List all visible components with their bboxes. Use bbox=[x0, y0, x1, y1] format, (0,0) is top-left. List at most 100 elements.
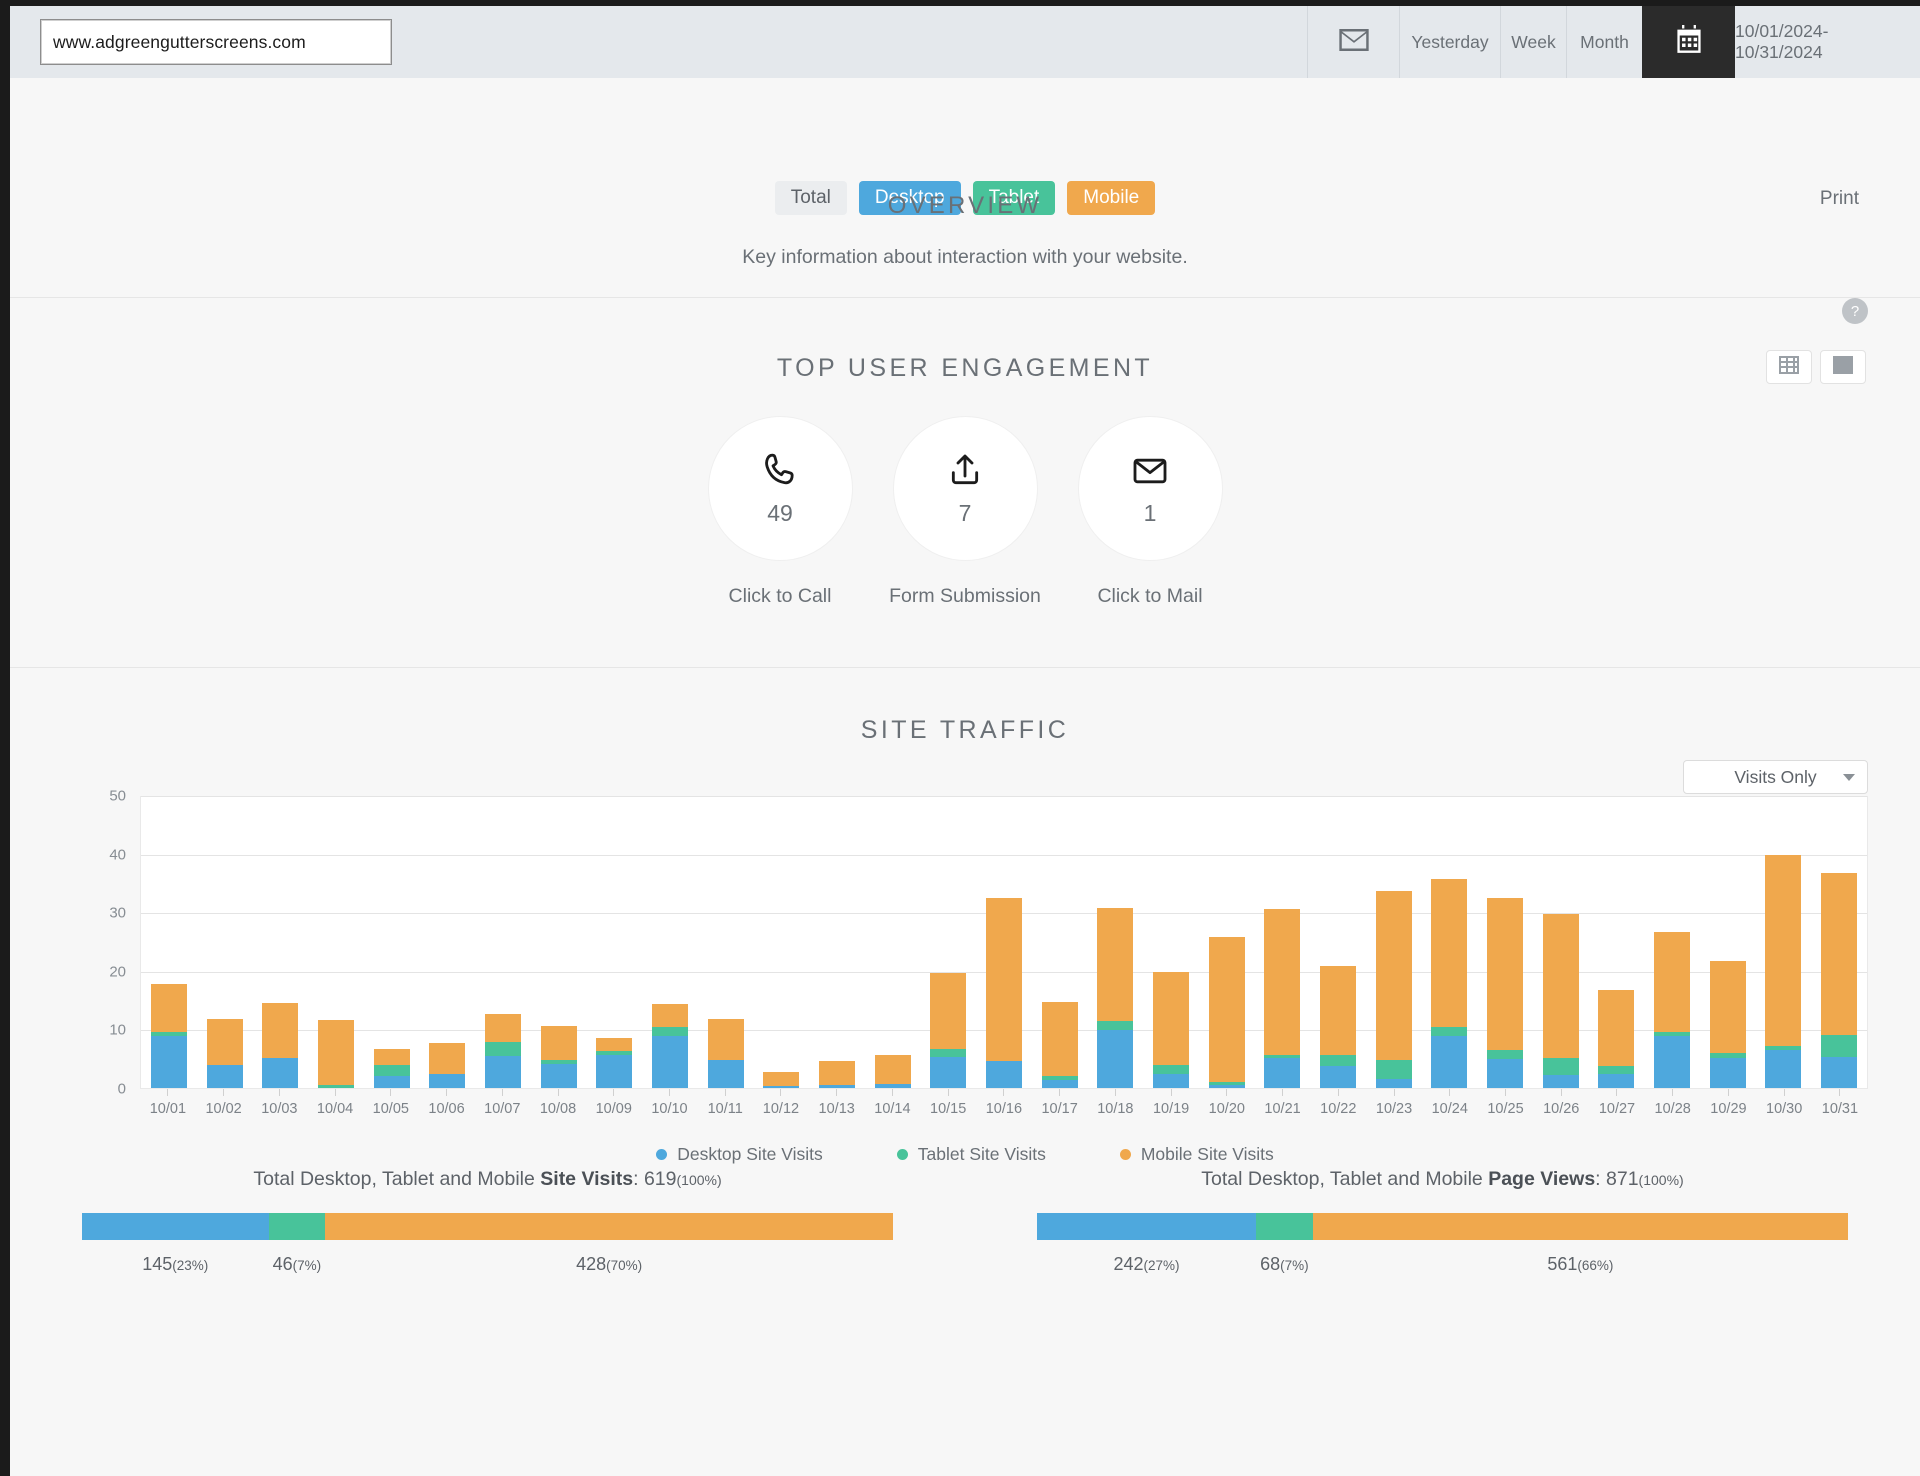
stacked-bar[interactable] bbox=[1431, 879, 1468, 1088]
bar-column[interactable] bbox=[197, 796, 253, 1088]
stacked-bar[interactable] bbox=[1375, 891, 1412, 1088]
bar-segment[interactable] bbox=[1375, 1079, 1412, 1088]
total-bar-segment[interactable] bbox=[82, 1213, 269, 1240]
bar-segment[interactable] bbox=[317, 1085, 354, 1088]
bar-segment[interactable] bbox=[874, 1084, 911, 1088]
stacked-bar[interactable] bbox=[540, 1026, 577, 1088]
bar-column[interactable] bbox=[1310, 796, 1366, 1088]
bar-segment[interactable] bbox=[484, 1013, 521, 1043]
stacked-bar[interactable] bbox=[1264, 908, 1301, 1088]
bar-column[interactable] bbox=[1254, 796, 1310, 1088]
bar-segment[interactable] bbox=[262, 1003, 299, 1059]
bar-segment[interactable] bbox=[1542, 1075, 1579, 1088]
bar-column[interactable] bbox=[475, 796, 531, 1088]
total-bar-segment[interactable] bbox=[1255, 1213, 1313, 1240]
bar-column[interactable] bbox=[419, 796, 475, 1088]
stacked-bar[interactable] bbox=[484, 1013, 521, 1088]
bar-column[interactable] bbox=[531, 796, 587, 1088]
bar-column[interactable] bbox=[642, 796, 698, 1088]
bar-column[interactable] bbox=[1366, 796, 1422, 1088]
bar-segment[interactable] bbox=[373, 1076, 410, 1088]
stacked-bar[interactable] bbox=[429, 1043, 466, 1088]
bar-segment[interactable] bbox=[1542, 913, 1579, 1059]
bar-segment[interactable] bbox=[262, 1058, 299, 1088]
stacked-bar[interactable] bbox=[1152, 971, 1189, 1088]
range-month-button[interactable]: Month bbox=[1566, 6, 1642, 78]
bar-segment[interactable] bbox=[1375, 891, 1412, 1061]
bar-segment[interactable] bbox=[373, 1064, 410, 1077]
bar-segment[interactable] bbox=[373, 1048, 410, 1065]
bar-column[interactable] bbox=[698, 796, 754, 1088]
bar-segment[interactable] bbox=[206, 1064, 243, 1088]
bar-column[interactable] bbox=[1755, 796, 1811, 1088]
bar-column[interactable] bbox=[1588, 796, 1644, 1088]
bar-segment[interactable] bbox=[206, 1019, 243, 1065]
date-range-label[interactable]: 10/01/2024-10/31/2024 bbox=[1735, 6, 1920, 78]
stacked-bar[interactable] bbox=[651, 1003, 688, 1088]
bar-segment[interactable] bbox=[1208, 936, 1245, 1082]
stacked-bar[interactable] bbox=[1765, 854, 1802, 1088]
bar-segment[interactable] bbox=[763, 1072, 800, 1086]
bar-segment[interactable] bbox=[1486, 1049, 1523, 1059]
stacked-bar[interactable] bbox=[1097, 908, 1134, 1088]
bar-segment[interactable] bbox=[1152, 1073, 1189, 1088]
bar-column[interactable] bbox=[920, 796, 976, 1088]
engagement-item-click-to-call[interactable]: 49 Click to Call bbox=[707, 416, 853, 608]
stacked-bar[interactable] bbox=[707, 1018, 744, 1088]
bar-segment[interactable] bbox=[1598, 1073, 1635, 1088]
bar-segment[interactable] bbox=[1486, 898, 1523, 1050]
bar-segment[interactable] bbox=[1319, 1066, 1356, 1088]
bar-segment[interactable] bbox=[930, 973, 967, 1049]
bar-segment[interactable] bbox=[1542, 1058, 1579, 1076]
bar-segment[interactable] bbox=[1820, 872, 1857, 1036]
bar-segment[interactable] bbox=[985, 1061, 1022, 1088]
legend-item[interactable]: Tablet Site Visits bbox=[896, 1144, 1046, 1165]
stacked-bar[interactable] bbox=[1820, 872, 1857, 1088]
bar-column[interactable] bbox=[1477, 796, 1533, 1088]
bar-segment[interactable] bbox=[818, 1061, 855, 1086]
stacked-bar[interactable] bbox=[1709, 960, 1746, 1088]
bar-column[interactable] bbox=[1533, 796, 1589, 1088]
bar-segment[interactable] bbox=[818, 1085, 855, 1088]
bar-segment[interactable] bbox=[540, 1063, 577, 1088]
stacked-bar[interactable] bbox=[262, 1003, 299, 1088]
bar-segment[interactable] bbox=[1097, 1030, 1134, 1088]
bar-segment[interactable] bbox=[1820, 1035, 1857, 1057]
bar-segment[interactable] bbox=[1041, 1079, 1078, 1088]
bar-column[interactable] bbox=[364, 796, 420, 1088]
calendar-picker-button[interactable] bbox=[1642, 6, 1735, 78]
bar-column[interactable] bbox=[252, 796, 308, 1088]
stacked-bar[interactable] bbox=[1041, 1001, 1078, 1088]
bar-column[interactable] bbox=[1644, 796, 1700, 1088]
legend-item[interactable]: Desktop Site Visits bbox=[656, 1144, 823, 1165]
bar-segment[interactable] bbox=[1319, 1054, 1356, 1067]
bar-segment[interactable] bbox=[429, 1073, 466, 1088]
stacked-bar[interactable] bbox=[1319, 965, 1356, 1088]
bar-segment[interactable] bbox=[651, 1035, 688, 1088]
bar-segment[interactable] bbox=[1375, 1060, 1412, 1080]
stacked-bar[interactable] bbox=[930, 973, 967, 1088]
total-bar-segment[interactable] bbox=[268, 1213, 326, 1240]
stacked-bar[interactable] bbox=[150, 984, 187, 1088]
stacked-bar[interactable] bbox=[1486, 898, 1523, 1088]
bar-chart-icon-button[interactable] bbox=[1820, 350, 1866, 384]
stacked-bar[interactable] bbox=[1208, 936, 1245, 1088]
bar-column[interactable] bbox=[809, 796, 865, 1088]
bar-segment[interactable] bbox=[1208, 1085, 1245, 1088]
bar-segment[interactable] bbox=[1264, 908, 1301, 1056]
bar-segment[interactable] bbox=[1598, 989, 1635, 1066]
bar-segment[interactable] bbox=[150, 1036, 187, 1088]
metric-select[interactable]: Visits Only bbox=[1683, 760, 1868, 794]
bar-column[interactable] bbox=[1032, 796, 1088, 1088]
bar-segment[interactable] bbox=[1431, 1036, 1468, 1088]
bar-segment[interactable] bbox=[484, 1042, 521, 1057]
bar-column[interactable] bbox=[586, 796, 642, 1088]
bar-segment[interactable] bbox=[596, 1054, 633, 1088]
stacked-bar[interactable] bbox=[596, 1037, 633, 1088]
bar-segment[interactable] bbox=[930, 1056, 967, 1088]
bar-segment[interactable] bbox=[1431, 879, 1468, 1028]
bar-segment[interactable] bbox=[1431, 1027, 1468, 1037]
stacked-bar[interactable] bbox=[1598, 989, 1635, 1088]
stacked-bar[interactable] bbox=[373, 1048, 410, 1088]
bar-segment[interactable] bbox=[1264, 1058, 1301, 1088]
